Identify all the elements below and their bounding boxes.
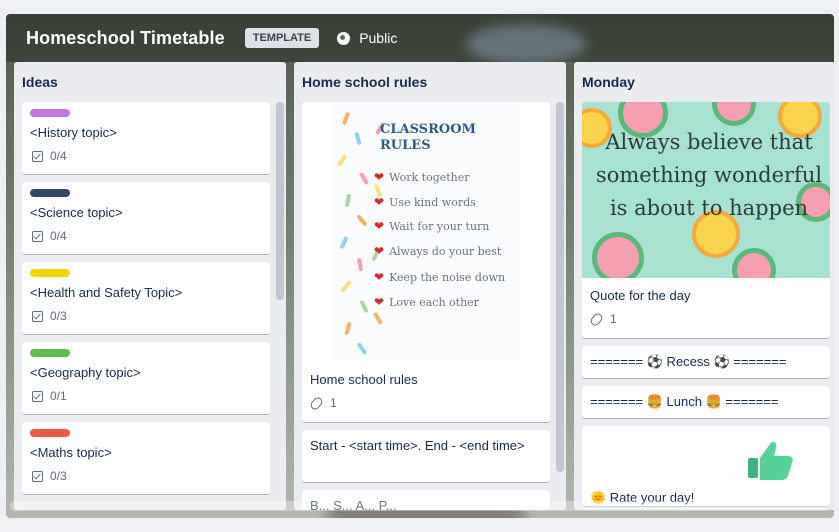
list-ideas: Ideas <History topic> 0/4 <Science topic… [14, 62, 286, 510]
thumbs-up-icon [748, 441, 793, 480]
attachment-badge: 1 [302, 390, 550, 418]
heart-icon: ❤ [374, 270, 385, 284]
heart-icon: ❤ [374, 195, 385, 209]
card-title: ======= ⚽ Recess ⚽ ======= [590, 354, 787, 369]
list-scrollbar[interactable] [276, 102, 284, 300]
card-history-topic[interactable]: <History topic> 0/4 [22, 102, 270, 174]
board-title[interactable]: Homeschool Timetable [26, 28, 225, 49]
checklist-icon [32, 390, 43, 402]
checklist-badge: 0/4 [22, 143, 270, 171]
checklist-icon [32, 310, 43, 322]
rule-item: ❤ Love each other [374, 295, 479, 309]
attachment-count: 1 [610, 312, 617, 326]
card-maths-topic[interactable]: <Maths topic> 0/3 [22, 422, 270, 494]
heart-icon: ❤ [374, 244, 385, 258]
card-title: Start - <start time>. End - <end time> [310, 438, 525, 453]
card-title: ======= 🍔 Lunch 🍔 ======= [590, 394, 779, 409]
card-title: Home school rules [310, 372, 418, 387]
card-health-safety-topic[interactable]: <Health and Safety Topic> 0/3 [22, 262, 270, 334]
attachment-badge: 1 [582, 306, 830, 334]
list-monday: Monday Always believe that something won… [574, 62, 834, 510]
list-title[interactable]: Ideas [14, 62, 286, 100]
card-title: <Health and Safety Topic> [30, 285, 183, 300]
card-home-school-rules[interactable]: CLASSROOM RULES ❤ Work together ❤ Use kind… [302, 102, 550, 422]
card-quote-for-the-day[interactable]: Always believe that something wonderful … [582, 102, 830, 338]
board: Homeschool Timetable TEMPLATE Public Ide… [6, 14, 834, 518]
attachment-icon [308, 395, 325, 411]
card-rate-your-day[interactable]: 🌞 Rate your day! [582, 426, 830, 506]
card-label[interactable] [30, 349, 70, 357]
quote-text: Always believe that something wonderful … [595, 130, 823, 220]
card-recess[interactable]: ======= ⚽ Recess ⚽ ======= [582, 346, 830, 378]
attachment-count: 1 [330, 396, 337, 410]
checklist-icon [32, 150, 43, 162]
card-label[interactable] [30, 269, 70, 277]
checklist-badge: 0/1 [22, 383, 270, 411]
card-title: <Geography topic> [30, 365, 141, 380]
checklist-icon [32, 230, 43, 242]
card-lunch[interactable]: ======= 🍔 Lunch 🍔 ======= [582, 386, 830, 418]
checklist-count: 0/3 [50, 309, 67, 323]
list-scrollbar[interactable] [556, 102, 564, 472]
card-label[interactable] [30, 429, 70, 437]
rule-item: ❤ Keep the noise down [374, 270, 506, 284]
heart-icon: ❤ [374, 170, 385, 184]
list-title[interactable]: Monday [574, 62, 834, 100]
cover-heading: CLASSROOM RULES [380, 122, 476, 153]
board-header: Homeschool Timetable TEMPLATE Public [6, 14, 834, 62]
card-title: <Maths topic> [30, 445, 112, 460]
card-title: Quote for the day [590, 288, 691, 303]
checklist-badge: 0/3 [22, 303, 270, 331]
list-title[interactable]: Home school rules [294, 62, 566, 100]
checklist-count: 0/1 [50, 389, 67, 403]
checklist-badge: 0/3 [22, 463, 270, 491]
checklist-badge: 0/4 [22, 223, 270, 251]
rule-item: ❤ Use kind words [374, 195, 476, 209]
globe-icon [337, 31, 351, 45]
card-cover-quote: Always believe that something wonderful … [582, 102, 830, 278]
card-title: <Science topic> [30, 205, 123, 220]
board-horizontal-scrollbar[interactable] [10, 501, 830, 511]
heart-icon: ❤ [374, 295, 385, 309]
card-start-end-time[interactable]: Start - <start time>. End - <end time> [302, 430, 550, 482]
template-badge: TEMPLATE [244, 28, 320, 48]
rule-item: ❤ Work together [374, 170, 470, 184]
heart-icon: ❤ [374, 219, 385, 233]
rule-item: ❤ Wait for your turn [374, 219, 490, 233]
card-label[interactable] [30, 189, 70, 197]
checklist-count: 0/3 [50, 469, 67, 483]
card-geography-topic[interactable]: <Geography topic> 0/1 [22, 342, 270, 414]
checklist-count: 0/4 [50, 229, 67, 243]
list-home-school-rules: Home school rules CLASSROOM RULES ❤ Work… [294, 62, 566, 510]
rule-item: ❤ Always do your best [374, 244, 502, 258]
visibility-button[interactable]: Public [337, 30, 397, 46]
checklist-count: 0/4 [50, 149, 67, 163]
card-label[interactable] [30, 109, 70, 117]
visibility-label: Public [359, 30, 398, 46]
card-title: <History topic> [30, 125, 117, 140]
card-cover-classroom-rules: CLASSROOM RULES ❤ Work together ❤ Use kind… [302, 102, 550, 362]
card-science-topic[interactable]: <Science topic> 0/4 [22, 182, 270, 254]
checklist-icon [32, 470, 43, 482]
attachment-icon [588, 311, 605, 327]
